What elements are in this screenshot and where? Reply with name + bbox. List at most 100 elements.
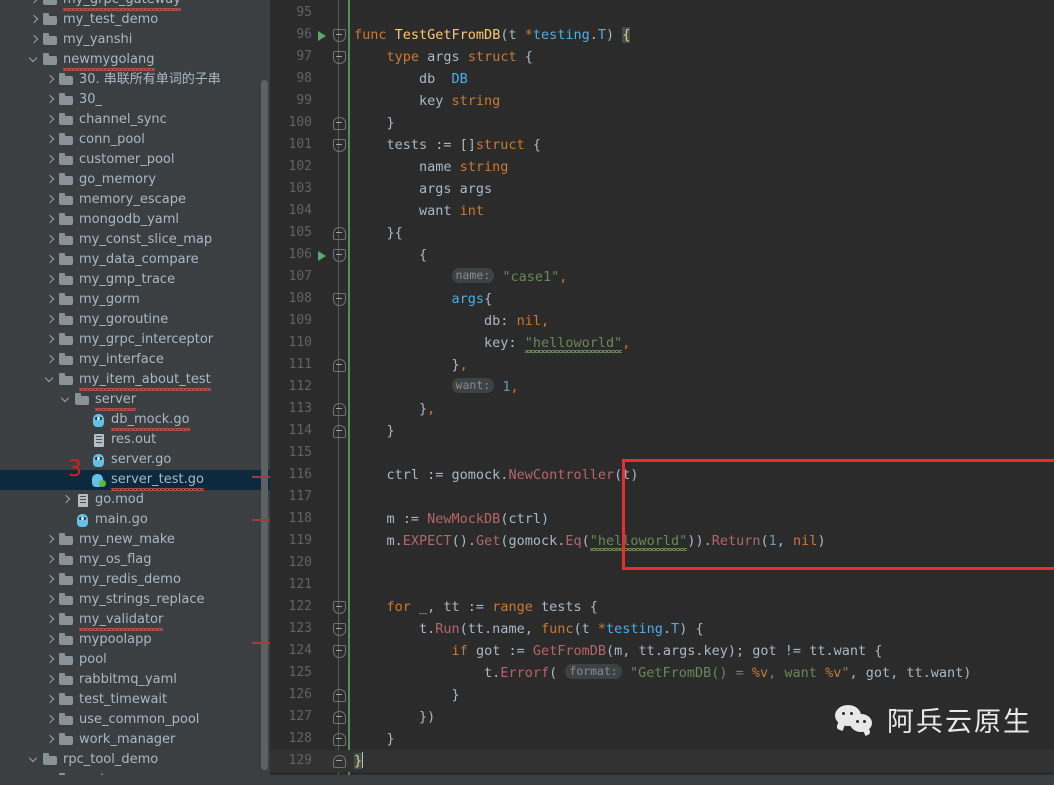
chevron-right-icon[interactable] (44, 70, 58, 90)
chevron-right-icon[interactable] (44, 710, 58, 730)
tree-item[interactable]: mongodb_yaml (0, 210, 270, 230)
code-line[interactable]: 105 }{ (270, 222, 1054, 244)
tree-item[interactable]: my_new_make (0, 530, 270, 550)
code-line[interactable]: 102 name string (270, 156, 1054, 178)
chevron-right-icon[interactable] (44, 690, 58, 710)
tree-item[interactable]: go.mod (0, 490, 270, 510)
tree-item[interactable]: newmygolang (0, 50, 270, 71)
tree-item[interactable]: conn_pool (0, 130, 270, 150)
fold-end-icon[interactable] (332, 728, 346, 750)
fold-collapse-icon[interactable] (332, 288, 346, 310)
chevron-right-icon[interactable] (44, 730, 58, 750)
tree-item[interactable]: my_test_demo (0, 10, 270, 30)
tree-item[interactable]: customer_pool (0, 150, 270, 170)
fold-collapse-icon[interactable] (332, 640, 346, 662)
tree-item[interactable]: channel_sync (0, 110, 270, 130)
fold-collapse-icon[interactable] (332, 618, 346, 640)
chevron-right-icon[interactable] (44, 130, 58, 150)
code-line[interactable]: 107 name: "case1", (270, 266, 1054, 288)
code-line[interactable]: 104 want int (270, 200, 1054, 222)
code-line[interactable]: 111 }, (270, 354, 1054, 376)
project-tree-panel[interactable]: my_grpc_gatewaymy_test_demo my_yanshinewm… (0, 0, 270, 785)
chevron-right-icon[interactable] (28, 0, 42, 10)
code-line[interactable]: 99 key string (270, 90, 1054, 112)
tree-item[interactable]: memory_escape (0, 190, 270, 210)
chevron-right-icon[interactable] (44, 110, 58, 130)
tree-item[interactable]: my_os_flag (0, 550, 270, 570)
tree-item[interactable]: 30. 串联所有单词的子串 (0, 70, 270, 90)
tree-item[interactable]: rpc_tool_demo (0, 750, 270, 770)
fold-end-icon[interactable] (332, 398, 346, 420)
sidebar-scrollbar[interactable] (261, 80, 268, 770)
fold-collapse-icon[interactable] (332, 24, 346, 46)
tree-item[interactable]: use_common_pool (0, 710, 270, 730)
tree-item[interactable]: my_item_about_test (0, 370, 270, 391)
tree-item[interactable]: go_memory (0, 170, 270, 190)
tree-item[interactable]: my_grpc_gateway (0, 0, 270, 11)
chevron-right-icon[interactable] (44, 170, 58, 190)
code-line[interactable]: 115 (270, 442, 1054, 464)
code-editor[interactable]: 95 96 func TestGetFromDB(t *testing.T) {97… (270, 0, 1054, 785)
tree-item-selected[interactable]: server_test.go (0, 470, 270, 491)
tree-item[interactable]: my_validator (0, 610, 270, 631)
fold-end-icon[interactable] (332, 706, 346, 728)
fold-end-icon[interactable] (332, 222, 346, 244)
fold-end-icon[interactable] (332, 750, 346, 772)
chevron-right-icon[interactable] (44, 570, 58, 590)
chevron-right-icon[interactable] (44, 290, 58, 310)
fold-end-icon[interactable] (332, 420, 346, 442)
code-line[interactable]: 122 for _, tt := range tests { (270, 596, 1054, 618)
tree-item[interactable]: 30_ (0, 90, 270, 110)
tree-item[interactable]: test_timewait (0, 690, 270, 710)
chevron-down-icon[interactable] (28, 50, 42, 70)
code-line[interactable]: 119 m.EXPECT().Get(gomock.Eq("helloworld… (270, 530, 1054, 552)
chevron-right-icon[interactable] (28, 10, 42, 30)
fold-end-icon[interactable] (332, 112, 346, 134)
code-line[interactable]: 120 (270, 552, 1054, 574)
code-line[interactable]: 98 db DB (270, 68, 1054, 90)
code-line[interactable]: 103 args args (270, 178, 1054, 200)
code-line[interactable]: 128 } (270, 728, 1054, 750)
code-line[interactable]: 123 t.Run(tt.name, func(t *testing.T) { (270, 618, 1054, 640)
code-line[interactable]: 114 } (270, 420, 1054, 442)
fold-end-icon[interactable] (332, 684, 346, 706)
tree-item[interactable]: my_gmp_trace (0, 270, 270, 290)
chevron-right-icon[interactable] (44, 90, 58, 110)
chevron-down-icon[interactable] (60, 390, 74, 410)
tree-item[interactable]: server (0, 390, 270, 411)
chevron-right-icon[interactable] (44, 590, 58, 610)
chevron-down-icon[interactable] (28, 750, 42, 770)
code-line[interactable]: 127 }) (270, 706, 1054, 728)
tree-item[interactable]: rabbitmq_yaml (0, 670, 270, 690)
code-line[interactable]: 126 } (270, 684, 1054, 706)
code-line[interactable]: 110 key: "helloworld", (270, 332, 1054, 354)
code-line[interactable]: 106 { (270, 244, 1054, 266)
code-line[interactable]: 97 type args struct { (270, 46, 1054, 68)
chevron-right-icon[interactable] (44, 250, 58, 270)
code-line[interactable]: 121 (270, 574, 1054, 596)
chevron-right-icon[interactable] (44, 310, 58, 330)
chevron-right-icon[interactable] (44, 230, 58, 250)
chevron-right-icon[interactable] (44, 610, 58, 630)
code-line[interactable]: 100 } (270, 112, 1054, 134)
chevron-right-icon[interactable] (44, 190, 58, 210)
tree-item[interactable]: main.go (0, 510, 270, 530)
chevron-right-icon[interactable] (44, 270, 58, 290)
chevron-right-icon[interactable] (44, 650, 58, 670)
tree-item[interactable]: mypoolapp (0, 630, 270, 650)
chevron-down-icon[interactable] (44, 370, 58, 390)
tree-item[interactable]: pool (0, 650, 270, 670)
chevron-right-icon[interactable] (28, 30, 42, 50)
tree-item[interactable]: my_strings_replace (0, 590, 270, 610)
code-line[interactable]: 118 m := NewMockDB(ctrl) (270, 508, 1054, 530)
tree-item[interactable]: my_redis_demo (0, 570, 270, 590)
tree-item[interactable]: my_grpc_interceptor (0, 330, 270, 350)
fold-end-icon[interactable] (332, 354, 346, 376)
code-line[interactable]: 124 if got := GetFromDB(m, tt.args.key);… (270, 640, 1054, 662)
code-line[interactable]: 96 func TestGetFromDB(t *testing.T) { (270, 24, 1054, 46)
chevron-right-icon[interactable] (44, 330, 58, 350)
chevron-right-icon[interactable] (60, 490, 74, 510)
fold-collapse-icon[interactable] (332, 596, 346, 618)
fold-collapse-icon[interactable] (332, 244, 346, 266)
tree-item[interactable]: server.go (0, 450, 270, 470)
